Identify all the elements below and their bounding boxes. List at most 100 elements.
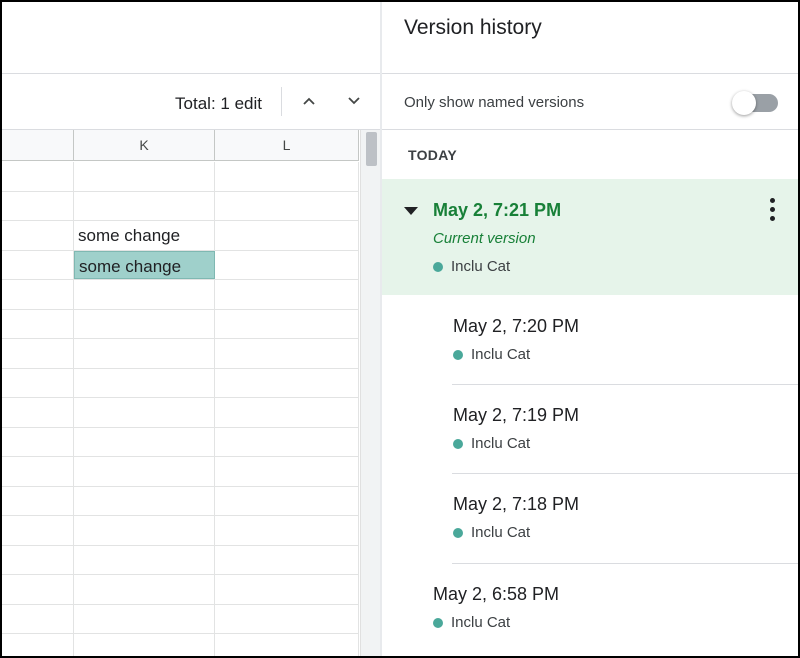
cell-j-6[interactable] [2, 309, 74, 338]
collapse-caret-icon[interactable] [404, 207, 418, 215]
cell-l-11[interactable] [215, 457, 359, 486]
cell-k-14[interactable] [74, 545, 215, 574]
divider [452, 384, 798, 385]
cell-k-2[interactable] [74, 191, 215, 220]
table-row [2, 604, 359, 634]
section-label-today: TODAY [408, 147, 457, 163]
author-name: Inclu Cat [471, 435, 531, 452]
cell-j-11[interactable] [2, 457, 74, 486]
cell-k-13[interactable] [74, 516, 215, 545]
cell-j-3[interactable] [2, 221, 74, 250]
cell-l-13[interactable] [215, 516, 359, 545]
cell-k-1[interactable] [74, 162, 215, 191]
previous-edit-button[interactable] [296, 88, 322, 114]
cell-l-16[interactable] [215, 604, 359, 633]
table-row: some change [2, 250, 359, 280]
named-versions-toggle[interactable] [732, 91, 778, 115]
cell-l-2[interactable] [215, 191, 359, 220]
cell-k-16[interactable] [74, 604, 215, 633]
cell-j-13[interactable] [2, 516, 74, 545]
user-color-dot [453, 349, 463, 360]
cell-j-9[interactable] [2, 398, 74, 427]
version-author: Inclu Cat [433, 614, 510, 631]
table-row [2, 368, 359, 398]
cell-k-12[interactable] [74, 486, 215, 515]
toggle-knob [732, 91, 756, 115]
column-header-l[interactable]: L [215, 130, 359, 161]
cell-j-8[interactable] [2, 368, 74, 397]
cell-k-5[interactable] [74, 280, 215, 309]
author-name: Inclu Cat [471, 346, 531, 363]
cell-k-11[interactable] [74, 457, 215, 486]
table-row [2, 398, 359, 428]
table-row [2, 516, 359, 546]
current-version-label: Current version [433, 230, 536, 247]
cell-k-6[interactable] [74, 309, 215, 338]
total-edits-label: Total: 1 edit [175, 94, 262, 113]
cell-j-4[interactable] [2, 250, 74, 279]
table-row [2, 339, 359, 369]
cell-j-12[interactable] [2, 486, 74, 515]
cell-j-15[interactable] [2, 575, 74, 604]
cell-l-7[interactable] [215, 339, 359, 368]
cell-l-4[interactable] [215, 250, 359, 279]
cell-l-8[interactable] [215, 368, 359, 397]
cell-l-6[interactable] [215, 309, 359, 338]
more-options-icon[interactable] [762, 198, 782, 224]
spreadsheet-grid[interactable]: K L some change some change [2, 130, 359, 656]
table-row [2, 575, 359, 605]
chevron-up-icon [303, 97, 315, 105]
cell-k-8[interactable] [74, 368, 215, 397]
cell-j-17[interactable] [2, 634, 74, 656]
scrollbar-thumb[interactable] [366, 132, 377, 166]
cell-l-3[interactable] [215, 221, 359, 250]
next-edit-button[interactable] [341, 88, 367, 114]
cell-k-10[interactable] [74, 427, 215, 456]
cell-k-9[interactable] [74, 398, 215, 427]
user-color-dot [433, 617, 443, 628]
cell-j-7[interactable] [2, 339, 74, 368]
user-color-dot [433, 261, 443, 272]
cell-k-3[interactable]: some change [74, 221, 215, 250]
cell-j-5[interactable] [2, 280, 74, 309]
table-row [2, 634, 359, 656]
column-header-k[interactable]: K [74, 130, 215, 161]
cell-l-5[interactable] [215, 280, 359, 309]
cell-j-10[interactable] [2, 427, 74, 456]
cell-l-14[interactable] [215, 545, 359, 574]
current-version-item[interactable]: May 2, 7:21 PM Current version Inclu Cat [382, 179, 798, 295]
cell-l-12[interactable] [215, 486, 359, 515]
chevron-down-icon [348, 97, 360, 105]
cell-l-17[interactable] [215, 634, 359, 656]
divider [452, 563, 798, 564]
spreadsheet-area: Total: 1 edit K L some change some change [2, 2, 380, 656]
author-name: Inclu Cat [451, 614, 511, 631]
cell-k-15[interactable] [74, 575, 215, 604]
top-bar [2, 2, 380, 74]
cell-l-15[interactable] [215, 575, 359, 604]
cell-k-17[interactable] [74, 634, 215, 656]
user-color-dot [453, 438, 463, 449]
version-author: Inclu Cat [453, 346, 530, 363]
version-date: May 2, 7:20 PM [453, 316, 580, 336]
cell-j-14[interactable] [2, 545, 74, 574]
version-author: Inclu Cat [453, 435, 530, 452]
cell-j-16[interactable] [2, 604, 74, 633]
vertical-scrollbar[interactable] [360, 130, 380, 656]
author-name: Inclu Cat [451, 258, 511, 275]
cell-k-4[interactable]: some change [74, 250, 215, 279]
version-date: May 2, 7:18 PM [453, 494, 580, 514]
cell-l-9[interactable] [215, 398, 359, 427]
panel-title: Version history [404, 16, 542, 39]
cell-l-1[interactable] [215, 162, 359, 191]
cell-j-1[interactable] [2, 162, 74, 191]
column-header-j[interactable] [2, 130, 74, 161]
divider [382, 129, 798, 130]
table-row [2, 427, 359, 457]
cell-j-2[interactable] [2, 191, 74, 220]
cell-l-10[interactable] [215, 427, 359, 456]
cell-k-7[interactable] [74, 339, 215, 368]
version-history-panel: Version history Only show named versions… [382, 2, 798, 656]
table-row [2, 545, 359, 575]
table-row [2, 280, 359, 310]
